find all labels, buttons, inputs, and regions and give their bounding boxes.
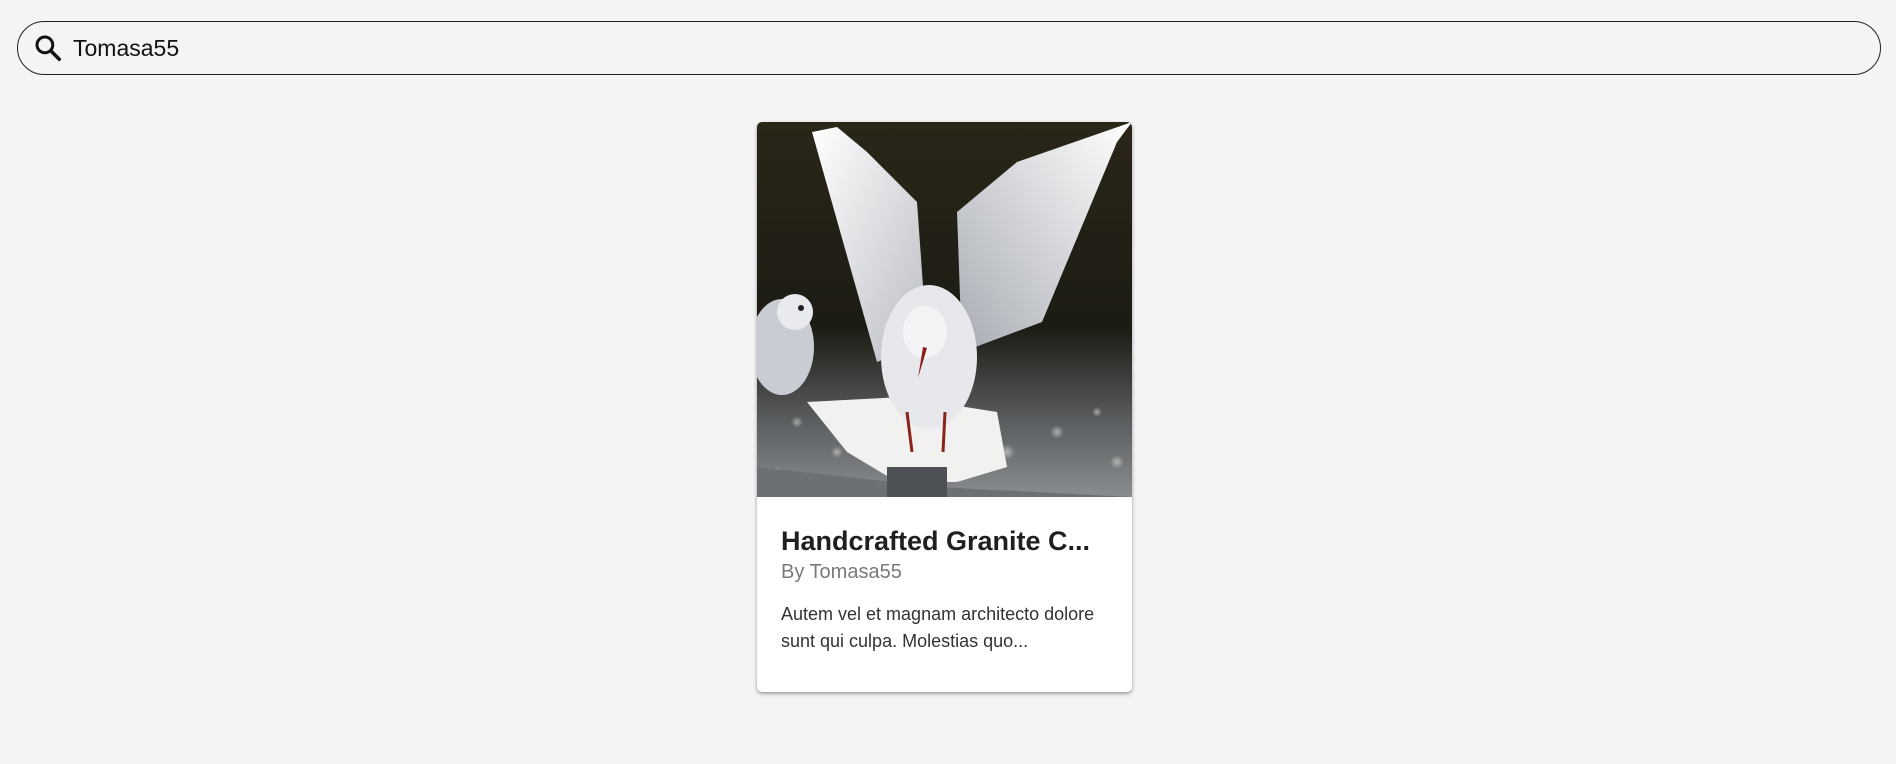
card-description: Autem vel et magnam architecto dolore su… [781,604,1095,651]
search-input[interactable] [73,28,1880,68]
search-icon [33,33,63,63]
card-title[interactable]: Handcrafted Granite C... [781,525,1108,557]
seagull-photo [757,122,1132,497]
card-author: By Tomasa55 [781,561,902,583]
search-bar[interactable] [17,21,1881,75]
result-card[interactable]: Handcrafted Granite C... By Tomasa55 Aut… [757,122,1132,692]
